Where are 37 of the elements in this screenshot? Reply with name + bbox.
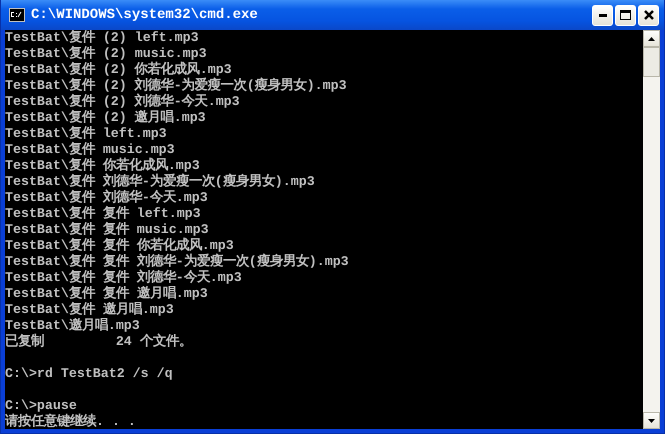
console-icon bbox=[9, 8, 25, 22]
console-line: C:\>rd TestBat2 /s /q bbox=[5, 366, 174, 382]
console-line: C:\>pause bbox=[5, 398, 78, 414]
minimize-icon bbox=[598, 14, 606, 16]
console-line: TestBat\复件 music.mp3 bbox=[5, 142, 176, 158]
console-line: TestBat\复件 left.mp3 bbox=[5, 126, 168, 142]
console-line: TestBat\复件 复件 邀月唱.mp3 bbox=[5, 286, 209, 302]
console-line: TestBat\复件 复件 你若化成风.mp3 bbox=[5, 238, 235, 253]
console-line: TestBat\复件 (2) 你若化成风.mp3 bbox=[5, 62, 233, 77]
console-line: TestBat\复件 你若化成风.mp3 bbox=[5, 158, 201, 173]
console-line: TestBat\邀月唱.mp3 bbox=[5, 318, 141, 334]
console-line: TestBat\复件 (2) 刘德华-为爱瘦一次(瘦身男女).mp3 bbox=[5, 78, 348, 93]
minimize-button[interactable] bbox=[592, 4, 613, 26]
console-line: TestBat\复件 刘德华-为爱瘦一次(瘦身男女).mp3 bbox=[5, 174, 316, 189]
console-line: TestBat\复件 (2) music.mp3 bbox=[5, 46, 208, 62]
console-line: TestBat\复件 刘德华-今天.mp3 bbox=[5, 190, 209, 206]
maximize-icon bbox=[620, 10, 631, 20]
close-button[interactable] bbox=[638, 4, 659, 26]
console-line: TestBat\复件 复件 刘德华-为爱瘦一次(瘦身男女).mp3 bbox=[5, 254, 350, 269]
maximize-button[interactable] bbox=[615, 4, 636, 26]
down-arrow-icon bbox=[648, 418, 655, 422]
console-line: TestBat\复件 复件 刘德华-今天.mp3 bbox=[5, 270, 243, 286]
window-title: C:\WINDOWS\system32\cmd.exe bbox=[31, 7, 258, 23]
console-line: TestBat\复件 (2) left.mp3 bbox=[5, 30, 200, 46]
close-icon bbox=[644, 10, 654, 20]
scroll-down-button[interactable] bbox=[643, 412, 660, 429]
console-line: TestBat\复件 邀月唱.mp3 bbox=[5, 302, 175, 318]
scroll-thumb[interactable] bbox=[643, 47, 660, 77]
scrollbar[interactable] bbox=[643, 30, 660, 429]
console-line: 已复制 24 个文件。 bbox=[5, 334, 193, 350]
console-line: 请按任意键继续. . . bbox=[5, 414, 137, 429]
up-arrow-icon bbox=[648, 36, 655, 40]
console-line: TestBat\复件 复件 left.mp3 bbox=[5, 206, 202, 222]
console-line: TestBat\复件 复件 music.mp3 bbox=[5, 222, 210, 238]
console-line: TestBat\复件 (2) 刘德华-今天.mp3 bbox=[5, 94, 241, 110]
console-line: TestBat\复件 (2) 邀月唱.mp3 bbox=[5, 110, 207, 126]
scroll-up-button[interactable] bbox=[643, 30, 660, 47]
